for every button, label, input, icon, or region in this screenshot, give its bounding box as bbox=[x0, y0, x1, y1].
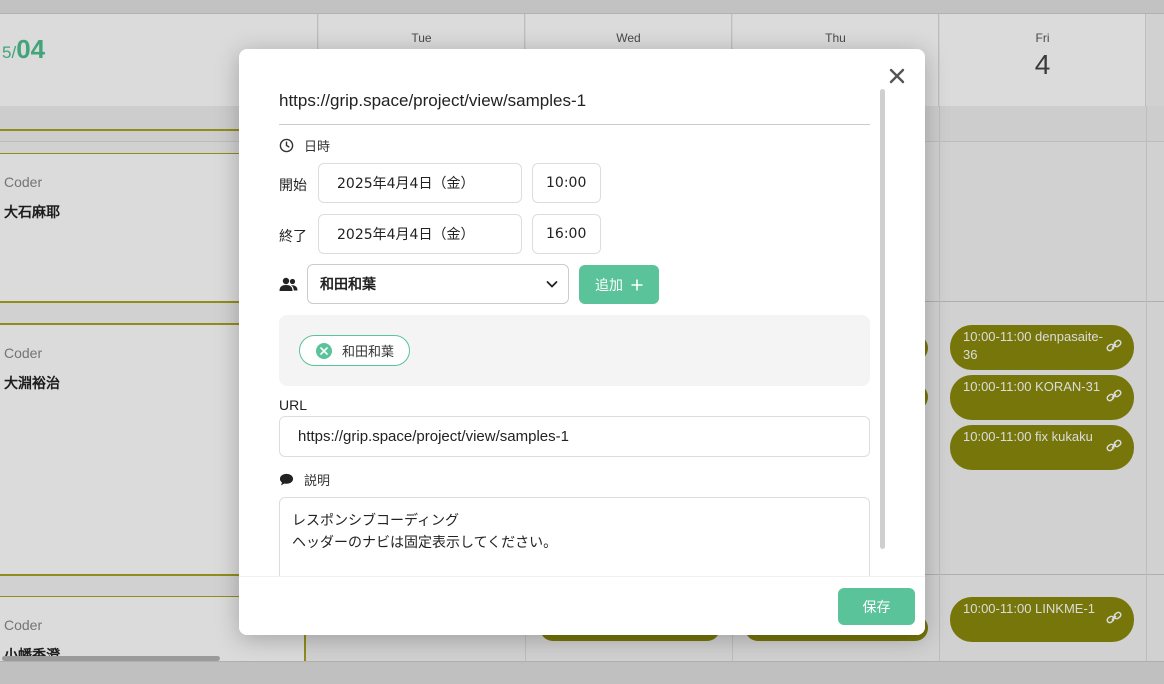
description-label-text: 説明 bbox=[304, 474, 331, 489]
start-date-input[interactable]: 2025年4月4日（金） bbox=[318, 163, 522, 203]
modal-footer: 保存 bbox=[239, 576, 925, 635]
url-label: URL bbox=[279, 397, 308, 413]
description-line: ヘッダーのナビは固定表示してください。 bbox=[292, 535, 558, 551]
start-label: 開始 bbox=[279, 178, 307, 194]
end-date-input[interactable]: 2025年4月4日（金） bbox=[318, 214, 522, 254]
start-time-input[interactable]: 10:00 bbox=[532, 163, 601, 203]
users-icon bbox=[279, 277, 298, 291]
chevron-down-icon bbox=[546, 281, 558, 288]
add-button-label: 追加 bbox=[595, 277, 623, 294]
save-button[interactable]: 保存 bbox=[838, 588, 915, 625]
clock-icon bbox=[279, 138, 294, 153]
description-line: レスポンシブコーディング bbox=[292, 513, 460, 529]
event-edit-modal: https://grip.space/project/view/samples-… bbox=[239, 49, 925, 635]
end-time-input[interactable]: 16:00 bbox=[532, 214, 601, 254]
remove-member-icon[interactable] bbox=[316, 342, 332, 359]
end-label: 終了 bbox=[279, 229, 307, 245]
datetime-label-text: 日時 bbox=[304, 140, 331, 155]
member-chip-label: 和田和葉 bbox=[342, 345, 395, 360]
modal-title[interactable]: https://grip.space/project/view/samples-… bbox=[279, 91, 870, 125]
member-select-value: 和田和葉 bbox=[320, 277, 376, 293]
datetime-section-label: 日時 bbox=[279, 136, 330, 155]
add-member-button[interactable]: 追加 bbox=[579, 265, 659, 304]
close-icon[interactable] bbox=[885, 64, 909, 88]
selected-members-box: 和田和葉 bbox=[279, 315, 870, 386]
comment-icon bbox=[279, 473, 294, 486]
plus-icon bbox=[631, 279, 643, 290]
member-chip: 和田和葉 bbox=[299, 335, 410, 366]
member-select[interactable]: 和田和葉 bbox=[307, 264, 569, 304]
description-section-label: 説明 bbox=[279, 470, 330, 489]
modal-scrollbar[interactable] bbox=[880, 89, 885, 549]
url-input[interactable]: https://grip.space/project/view/samples-… bbox=[279, 416, 870, 457]
